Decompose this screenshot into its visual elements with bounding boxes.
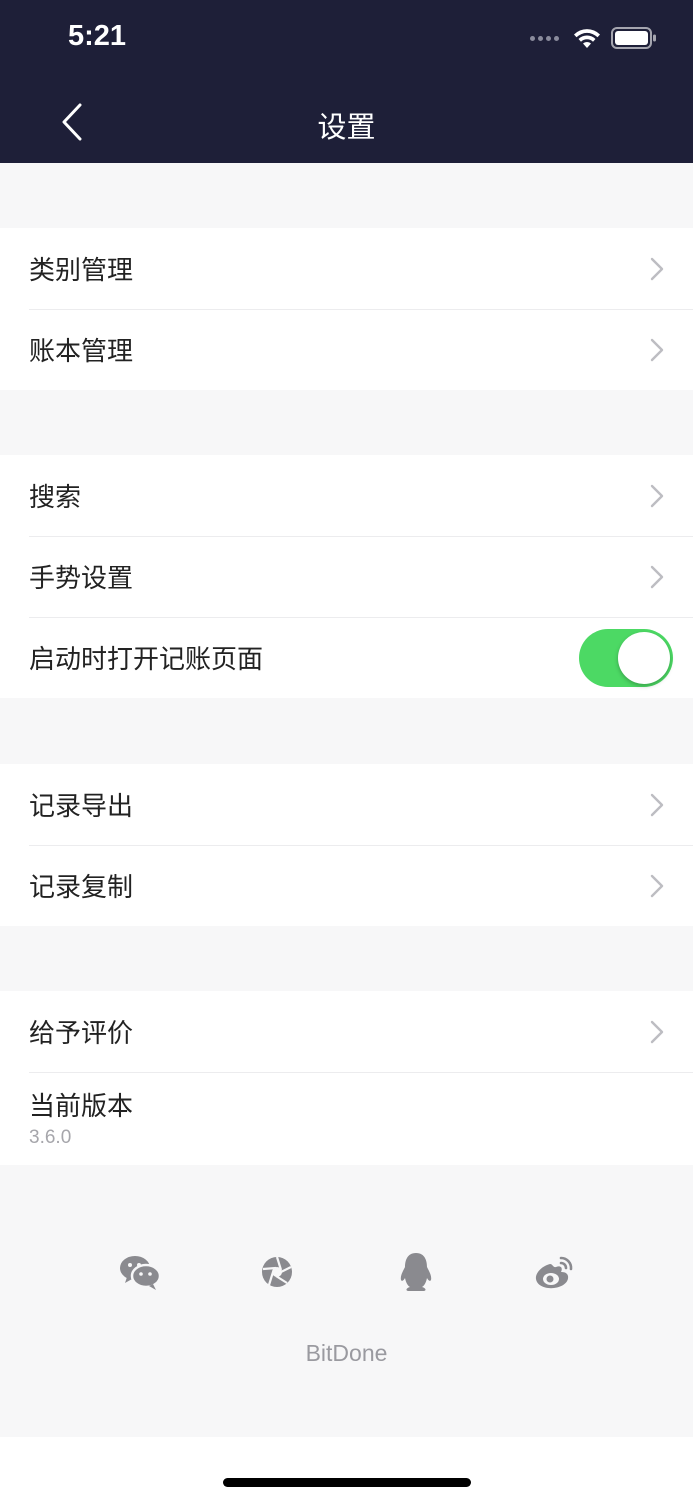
- chevron-right-icon: [650, 1020, 664, 1043]
- ledger-management-item[interactable]: 账本管理: [0, 309, 693, 390]
- item-label: 给予评价: [29, 1019, 134, 1049]
- wechat-icon[interactable]: [118, 1250, 162, 1294]
- item-label: 账本管理: [29, 337, 134, 367]
- chevron-right-icon: [650, 565, 664, 588]
- camera-shutter-icon[interactable]: [255, 1250, 299, 1294]
- social-links: [0, 1250, 693, 1300]
- battery-icon: [611, 27, 656, 49]
- chevron-right-icon: [650, 793, 664, 816]
- chevron-right-icon: [650, 338, 664, 361]
- version-value: 3.6.0: [29, 1127, 72, 1148]
- version-label: 当前版本: [29, 1092, 134, 1122]
- search-item[interactable]: 搜索: [0, 455, 693, 536]
- item-label: 启动时打开记账页面: [29, 645, 264, 675]
- item-label: 类别管理: [29, 256, 134, 286]
- brand-name: BitDone: [305, 1340, 388, 1366]
- cellular-signal-icon: [530, 35, 559, 41]
- page-title: 设置: [317, 110, 376, 144]
- settings-group-records: 记录导出 记录复制: [0, 764, 693, 926]
- toggle-knob: [618, 631, 670, 684]
- item-label: 搜索: [29, 483, 82, 513]
- settings-group-about: 给予评价 当前版本 3.6.0: [0, 991, 693, 1165]
- copy-records-item[interactable]: 记录复制: [0, 845, 693, 926]
- weibo-icon[interactable]: [532, 1250, 576, 1294]
- item-label: 记录复制: [29, 873, 134, 903]
- open-record-page-on-launch-item: 启动时打开记账页面: [0, 617, 693, 698]
- open-on-launch-toggle[interactable]: [579, 628, 673, 687]
- status-time: 5:21: [68, 20, 127, 52]
- home-indicator[interactable]: [223, 1478, 471, 1487]
- bottom-safe-area: [0, 1437, 693, 1500]
- settings-group-management: 类别管理 账本管理: [0, 228, 693, 390]
- item-label: 记录导出: [29, 792, 134, 822]
- category-management-item[interactable]: 类别管理: [0, 228, 693, 309]
- gesture-settings-item[interactable]: 手势设置: [0, 536, 693, 617]
- item-label: 手势设置: [29, 564, 134, 594]
- wifi-icon: [574, 29, 600, 48]
- rate-app-item[interactable]: 给予评价: [0, 991, 693, 1072]
- current-version-item: 当前版本 3.6.0: [0, 1072, 693, 1165]
- settings-group-general: 搜索 手势设置 启动时打开记账页面: [0, 455, 693, 698]
- qq-penguin-icon[interactable]: [394, 1250, 438, 1294]
- navigation-header: 5:21 设置: [0, 0, 693, 163]
- status-indicators: [530, 24, 657, 52]
- chevron-right-icon: [650, 257, 664, 280]
- chevron-right-icon: [650, 874, 664, 897]
- chevron-right-icon: [650, 484, 664, 507]
- export-records-item[interactable]: 记录导出: [0, 764, 693, 845]
